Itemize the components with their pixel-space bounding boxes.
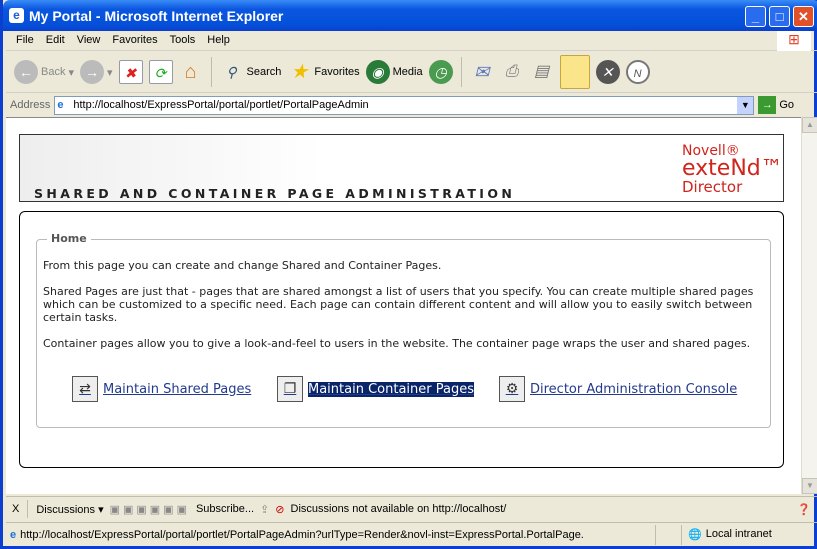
status-bar: e http://localhost/ExpressPortal/portal/p… (6, 522, 817, 546)
menu-view[interactable]: View (73, 31, 109, 50)
go-label: Go (779, 99, 795, 111)
discussions-message: Discussions not available on http://loca… (290, 503, 507, 515)
page-header: SHARED AND CONTAINER PAGE ADMINISTRATION… (19, 134, 784, 202)
forward-button[interactable]: → ▾ (80, 60, 113, 84)
menu-file[interactable]: File (12, 31, 42, 50)
link-label: Director Administration Console (530, 381, 738, 397)
favorites-button[interactable]: ★ Favorites (287, 60, 359, 84)
page-content: SHARED AND CONTAINER PAGE ADMINISTRATION… (6, 117, 801, 494)
link-label: Maintain Container Pages (308, 381, 474, 397)
container-pages-icon: ❐ (277, 376, 303, 402)
status-pane (656, 524, 682, 545)
close-button[interactable]: ✕ (793, 6, 814, 27)
discussions-bar: X Discussions ▾ ▣▣▣▣▣▣ Subscribe... ⇪ ⊘ … (6, 496, 817, 521)
media-button[interactable]: ◉ Media (365, 60, 423, 84)
maximize-button[interactable]: □ (769, 6, 790, 27)
menu-edit[interactable]: Edit (42, 31, 73, 50)
star-icon: ★ (290, 61, 309, 83)
maintain-shared-pages-link[interactable]: ⇄ Maintain Shared Pages (72, 376, 251, 402)
menu-tools[interactable]: Tools (166, 31, 204, 50)
ie-page-icon: e (57, 99, 64, 111)
home-icon[interactable]: ⌂ (179, 60, 203, 84)
ie-page-icon: e (10, 528, 17, 541)
admin-console-icon: ⚙ (499, 376, 525, 402)
title-bar: e My Portal - Microsoft Internet Explore… (3, 0, 817, 31)
menu-help[interactable]: Help (203, 31, 238, 50)
address-url: http://localhost/ExpressPortal/portal/po… (73, 99, 369, 111)
back-arrow-icon: ← (14, 60, 38, 84)
separator (210, 57, 212, 87)
media-label: Media (392, 66, 423, 78)
window-title: My Portal - Microsoft Internet Explorer (29, 8, 284, 24)
go-arrow-icon: → (758, 96, 777, 114)
vertical-scrollbar[interactable]: ▲ ▼ (801, 117, 817, 494)
search-button[interactable]: ⚲ Search (220, 60, 282, 84)
links-row: ⇄ Maintain Shared Pages ❐ Maintain Contain… (72, 376, 772, 406)
n-icon[interactable]: N (625, 60, 650, 84)
address-bar: Address e http://localhost/ExpressPortal/… (6, 94, 817, 116)
media-icon: ◉ (365, 60, 390, 84)
favorites-label: Favorites (314, 66, 360, 78)
chevron-down-icon[interactable]: ▼ (737, 96, 754, 114)
discussion-tool-icons[interactable]: ▣▣▣▣▣▣ (110, 503, 190, 516)
shared-pages-icon: ⇄ (72, 376, 98, 402)
windows-logo-icon: ⊞ (777, 31, 811, 51)
home-fieldset: Home From this page you can create and c… (36, 232, 772, 428)
status-url: http://localhost/ExpressPortal/portal/po… (20, 528, 584, 541)
page-title: SHARED AND CONTAINER PAGE ADMINISTRATION (34, 186, 516, 201)
forward-arrow-icon: → (80, 60, 104, 84)
go-button[interactable]: → Go (758, 96, 794, 114)
separator (27, 500, 29, 518)
discussions-menu[interactable]: Discussions ▾ (36, 503, 103, 516)
novell-logo: Novell® exteNd™ Director (682, 144, 783, 195)
container-pages-text: Container pages allow you to give a look… (43, 337, 751, 350)
subscribe-button[interactable]: Subscribe... (196, 503, 254, 515)
content-box: Home From this page you can create and c… (19, 211, 784, 468)
minimize-button[interactable]: _ (745, 6, 766, 27)
history-icon[interactable]: ◷ (428, 60, 453, 84)
home-legend: Home (47, 232, 91, 245)
toolbar: ← Back ▾ → ▾ ✖ ⟳ ⌂ ⚲ Search ★ Favorites ◉ Me… (6, 52, 817, 93)
logo-line2: exteNd™ (682, 156, 783, 181)
zone-label: Local intranet (705, 528, 772, 540)
search-icon: ⚲ (226, 64, 237, 80)
menu-bar: File Edit View Favorites Tools Help (6, 31, 817, 51)
zone-indicator: 🌐 Local intranet (682, 528, 772, 541)
back-label: Back (41, 66, 66, 78)
browser-window: e My Portal - Microsoft Internet Explore… (0, 0, 817, 549)
not-available-icon: ⊘ (275, 503, 285, 516)
x-icon[interactable]: ✕ (595, 60, 620, 84)
intro-text: From this page you can create and change… (43, 259, 442, 272)
refresh-icon[interactable]: ⟳ (148, 60, 173, 84)
back-button[interactable]: ← Back ▾ (14, 60, 74, 84)
note-icon[interactable] (559, 55, 590, 89)
shared-pages-text: Shared Pages are just that - pages that … (43, 285, 754, 324)
address-label: Address (10, 99, 51, 111)
address-input[interactable]: e http://localhost/ExpressPortal/portal/p… (54, 95, 755, 115)
discussions-close-button[interactable]: X (12, 503, 19, 515)
search-label: Search (246, 66, 282, 78)
print-icon[interactable]: ⎙ (500, 60, 524, 84)
stop-icon[interactable]: ✖ (118, 60, 143, 84)
menu-favorites[interactable]: Favorites (108, 31, 165, 50)
help-icon[interactable]: ❓ (797, 503, 811, 516)
separator (460, 57, 462, 87)
maintain-container-pages-link[interactable]: ❐ Maintain Container Pages (277, 376, 474, 402)
edit-icon[interactable]: ▤ (530, 60, 554, 84)
globe-icon: 🌐 (688, 529, 702, 541)
director-admin-console-link[interactable]: ⚙ Director Administration Console (499, 376, 737, 402)
mail-icon[interactable]: ✉ (470, 60, 494, 84)
scroll-up-icon[interactable]: ▲ (802, 117, 817, 133)
scroll-down-icon[interactable]: ▼ (802, 478, 817, 494)
upload-icon[interactable]: ⇪ (260, 503, 269, 516)
logo-line3: Director (682, 178, 743, 196)
link-label: Maintain Shared Pages (103, 381, 252, 397)
ie-icon: e (9, 8, 24, 23)
